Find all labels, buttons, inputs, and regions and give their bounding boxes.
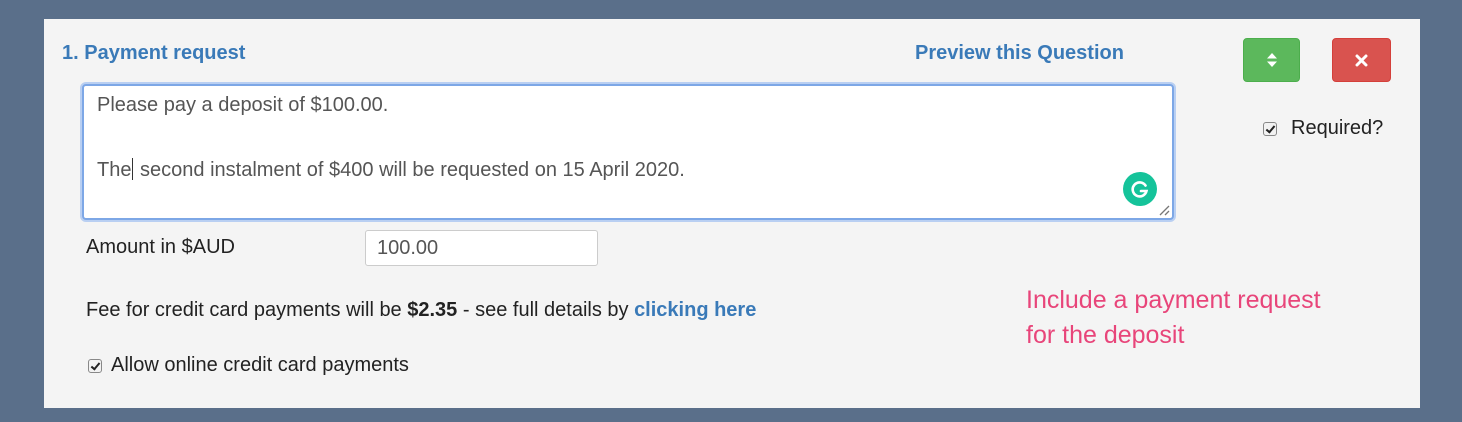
required-checkbox-row[interactable]: Required? (1263, 117, 1383, 140)
required-checkbox[interactable] (1263, 121, 1277, 136)
fee-amount: $2.35 (407, 299, 458, 321)
fee-prefix: Fee for credit card payments will be (86, 299, 408, 321)
allow-online-payments-label: Allow online credit card payments (111, 354, 409, 376)
question-text-area[interactable]: Please pay a deposit of $100.00. The sec… (82, 84, 1174, 220)
close-x-icon (1355, 54, 1368, 66)
resize-handle-icon[interactable] (1156, 202, 1170, 216)
sort-arrows-icon (1266, 53, 1277, 67)
question-title: 1. Payment request (62, 42, 246, 64)
fee-middle: - see full details by (457, 299, 635, 321)
preview-question-link[interactable]: Preview this Question (915, 42, 1124, 65)
annotation-line-2: for the deposit (1026, 321, 1185, 349)
annotation-note: Include a payment request for the deposi… (1026, 283, 1321, 353)
text-before-caret: The (97, 159, 132, 181)
allow-online-payments-checkbox[interactable] (88, 358, 102, 373)
grammarly-icon[interactable] (1123, 172, 1157, 206)
question-text-line-1: Please pay a deposit of $100.00. (97, 94, 389, 116)
fee-details-link[interactable]: clicking here (634, 299, 756, 321)
required-label: Required? (1291, 117, 1384, 139)
amount-label: Amount in $AUD (86, 236, 235, 258)
annotation-line-1: Include a payment request (1026, 286, 1321, 314)
move-question-button[interactable] (1243, 38, 1300, 82)
text-after-caret: second instalment of $400 will be reques… (134, 159, 685, 181)
amount-input[interactable]: 100.00 (365, 230, 598, 266)
question-text-line-2: The second instalment of $400 will be re… (97, 158, 685, 182)
allow-online-payments-row[interactable]: Allow online credit card payments (88, 354, 409, 377)
delete-question-button[interactable] (1332, 38, 1391, 82)
fee-info: Fee for credit card payments will be $2.… (86, 299, 756, 322)
